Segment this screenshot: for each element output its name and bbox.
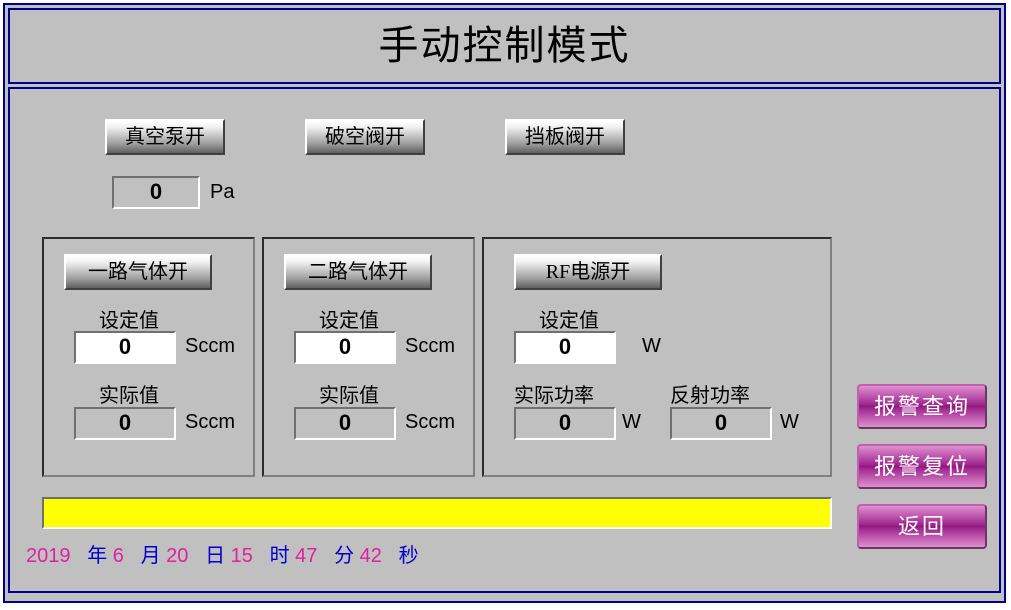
page-title: 手动控制模式 xyxy=(8,8,1001,84)
rf-actual-value: 0 xyxy=(514,407,616,440)
vacuum-pump-button[interactable]: 真空泵开 xyxy=(105,119,225,155)
alarm-reset-button[interactable]: 报警复位 xyxy=(857,444,987,489)
dt-year-label: 年 xyxy=(87,545,107,567)
gas1-act-unit: Sccm xyxy=(185,411,235,434)
rf-actual-unit: W xyxy=(622,411,641,434)
dt-day-label: 日 xyxy=(205,545,225,567)
gas1-set-value[interactable]: 0 xyxy=(74,331,176,364)
dt-min: 47 xyxy=(295,545,317,567)
rf-actual-label: 实际功率 xyxy=(514,379,594,408)
gas1-panel: 一路气体开 设定值 0 Sccm 实际值 0 Sccm xyxy=(42,237,255,477)
gas2-panel: 二路气体开 设定值 0 Sccm 实际值 0 Sccm xyxy=(262,237,475,477)
dt-year: 2019 xyxy=(26,545,71,567)
gas2-set-value[interactable]: 0 xyxy=(294,331,396,364)
rf-reflect-label: 反射功率 xyxy=(670,379,750,408)
gas2-set-unit: Sccm xyxy=(405,335,455,358)
dt-hour-label: 时 xyxy=(270,545,290,567)
app-window: 手动控制模式 真空泵开 破空阀开 挡板阀开 0 Pa 一路气体开 设定值 0 S… xyxy=(3,3,1006,603)
gas2-button[interactable]: 二路气体开 xyxy=(284,254,432,290)
main-panel: 真空泵开 破空阀开 挡板阀开 0 Pa 一路气体开 设定值 0 Sccm 实际值… xyxy=(8,87,1001,593)
rf-set-unit: W xyxy=(642,335,661,358)
dt-month-label: 月 xyxy=(141,545,161,567)
gas2-set-label: 设定值 xyxy=(319,304,379,333)
dt-hour: 15 xyxy=(231,545,253,567)
rf-set-value[interactable]: 0 xyxy=(514,331,616,364)
rf-panel: RF电源开 设定值 0 W 实际功率 0 W 反射功率 0 W xyxy=(482,237,832,477)
pressure-value: 0 xyxy=(112,176,200,209)
gas1-act-label: 实际值 xyxy=(99,379,159,408)
rf-button[interactable]: RF电源开 xyxy=(514,254,662,290)
status-bar xyxy=(42,497,832,529)
rf-reflect-value: 0 xyxy=(670,407,772,440)
gas1-set-label: 设定值 xyxy=(99,304,159,333)
dt-month: 6 xyxy=(113,545,124,567)
back-button[interactable]: 返回 xyxy=(857,504,987,549)
gas1-button[interactable]: 一路气体开 xyxy=(64,254,212,290)
baffle-valve-button[interactable]: 挡板阀开 xyxy=(505,119,625,155)
gas2-act-unit: Sccm xyxy=(405,411,455,434)
rf-reflect-unit: W xyxy=(780,411,799,434)
dt-sec-label: 秒 xyxy=(399,545,419,567)
vent-valve-button[interactable]: 破空阀开 xyxy=(305,119,425,155)
dt-min-label: 分 xyxy=(334,545,354,567)
dt-day: 20 xyxy=(166,545,188,567)
rf-set-label: 设定值 xyxy=(539,304,599,333)
pressure-unit: Pa xyxy=(210,181,234,204)
gas1-set-unit: Sccm xyxy=(185,335,235,358)
gas2-act-value: 0 xyxy=(294,407,396,440)
dt-sec: 42 xyxy=(360,545,382,567)
gas2-act-label: 实际值 xyxy=(319,379,379,408)
gas1-act-value: 0 xyxy=(74,407,176,440)
datetime-display: 2019 年 6 月 20 日 15 时 47 分 42 秒 xyxy=(26,539,419,568)
alarm-query-button[interactable]: 报警查询 xyxy=(857,384,987,429)
